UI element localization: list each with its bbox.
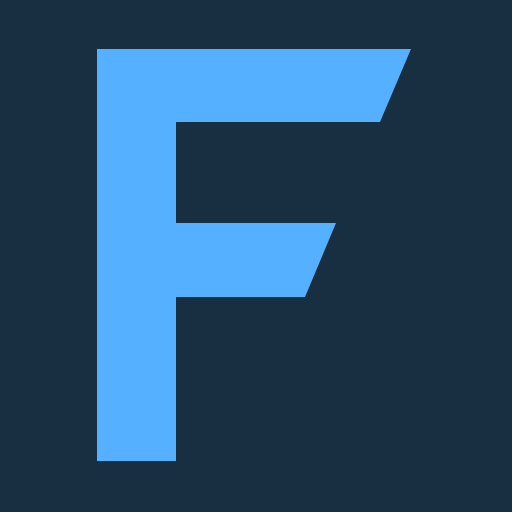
app-logo: [0, 0, 512, 512]
f-logo-icon: [0, 0, 512, 512]
